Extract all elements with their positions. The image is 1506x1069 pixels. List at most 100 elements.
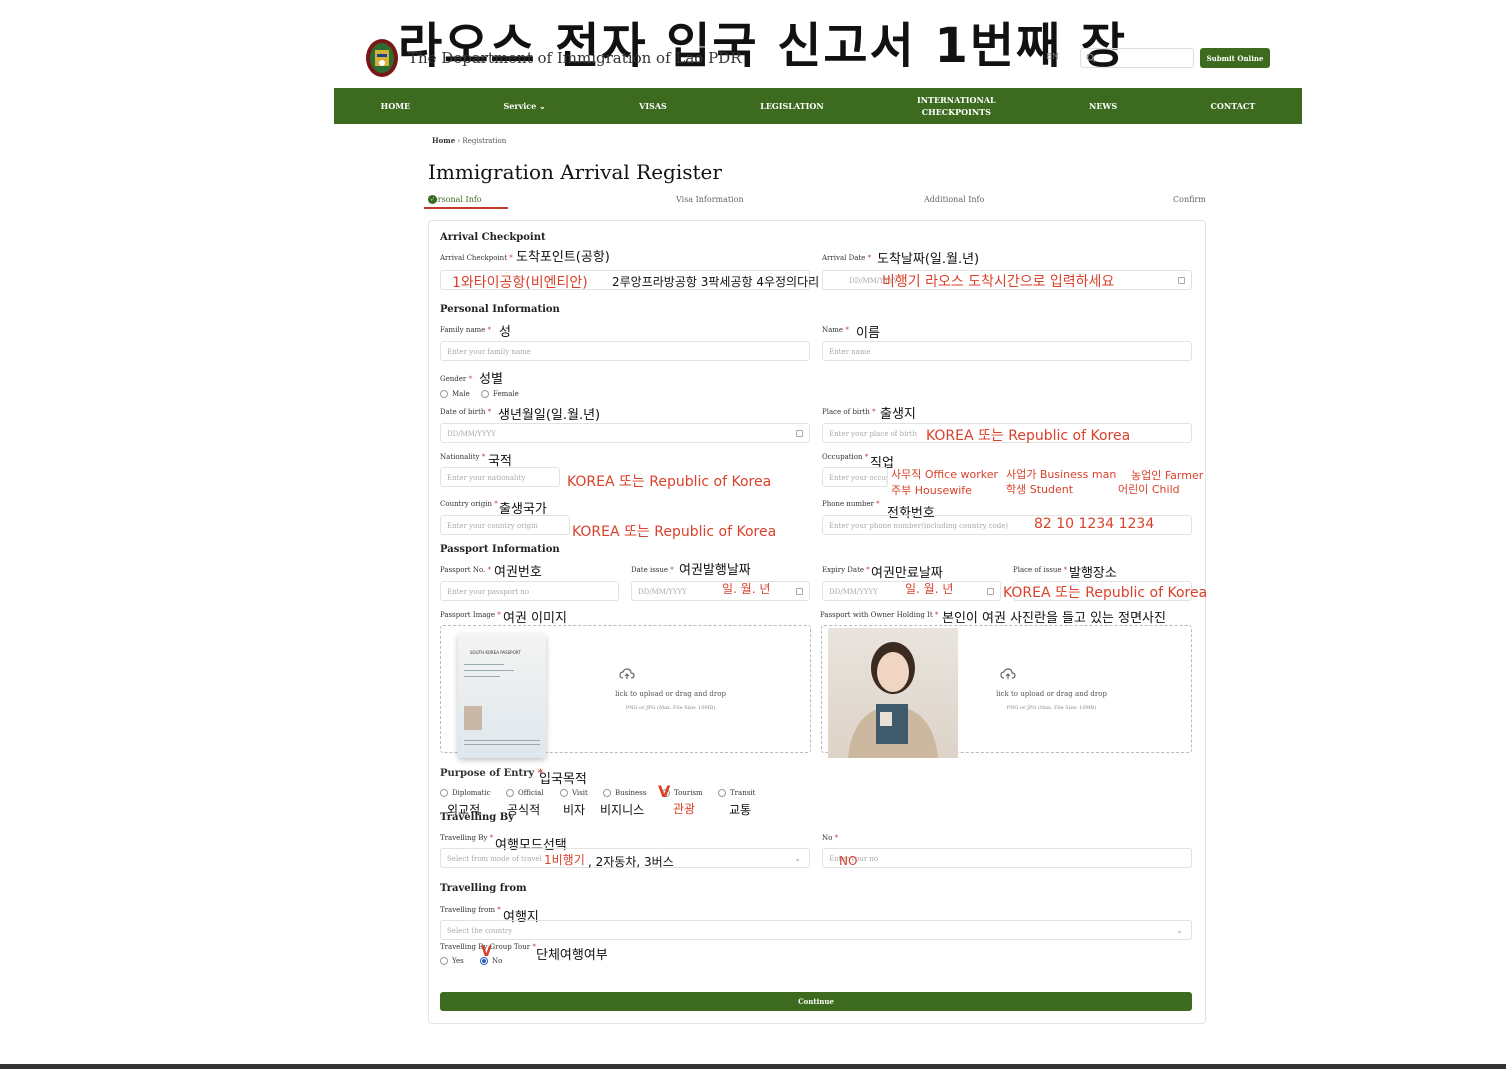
pob-label: Place of birth *	[822, 408, 876, 416]
radio-dot	[481, 390, 489, 398]
note-nationality-hint: KOREA 또는 Republic of Korea	[567, 474, 772, 490]
label-text: Purpose of Entry	[440, 768, 535, 779]
note-arrival-date-hint: 비행기 라오스 도착시간으로 입력하세요	[882, 274, 1115, 290]
radio-label: Business	[615, 789, 647, 797]
nav-legislation[interactable]: LEGISLATION	[760, 100, 823, 112]
breadcrumb-home[interactable]: Home	[432, 136, 455, 145]
purpose-label: Purpose of Entry *	[440, 768, 543, 779]
note-purpose-visit: 비자	[563, 803, 586, 817]
note-group-tour: 단체여행여부	[536, 948, 608, 963]
arrival-checkpoint-label: Arrival Checkpoint *	[440, 254, 513, 262]
note-checkpoint-option1: 1와타이공항(비엔티안)	[452, 275, 588, 291]
placeholder: Select the country	[447, 927, 513, 935]
nationality-label: Nationality *	[440, 453, 486, 461]
department-name[interactable]: The Department of Immigration of Lao PDR	[408, 49, 742, 67]
note-issue-hint: 일. 월. 년	[722, 582, 771, 596]
purpose-business[interactable]: Business	[603, 789, 646, 797]
step-label: Personal Info	[428, 195, 482, 204]
radio-label: Visit	[572, 789, 588, 797]
purpose-official[interactable]: Official	[506, 789, 544, 797]
continue-button[interactable]: Continue	[440, 992, 1192, 1011]
label-text: Phone number	[822, 500, 874, 508]
breadcrumb-current: Registration	[462, 137, 507, 145]
dob-label: Date of birth *	[440, 408, 492, 416]
family-name-label: Family name *	[440, 326, 492, 334]
nav-home[interactable]: HOME	[381, 100, 410, 112]
lao-emblem-icon	[364, 36, 400, 80]
radio-dot	[440, 390, 448, 398]
upload-cloud-icon	[619, 666, 635, 685]
section-passport: Passport Information	[440, 544, 560, 555]
note-passport-holding: 본인이 여권 사진란을 들고 있는 정면사진	[942, 611, 1166, 626]
note-dob: 생년월일(일.월.년)	[498, 408, 601, 423]
passport-photo	[464, 706, 482, 730]
label-text: Travelling By	[440, 834, 488, 842]
placeholder: Select from mode of travel	[447, 855, 542, 863]
note-checkpoint: 도착포인트(공항)	[516, 250, 610, 265]
nav-news[interactable]: NEWS	[1089, 100, 1117, 112]
note-gender: 성별	[479, 372, 503, 387]
passport-header: SOUTH KOREA PASSPORT	[470, 650, 521, 655]
country-origin-input[interactable]: Enter your country origin	[440, 515, 570, 535]
nav-visas[interactable]: VISAS	[639, 100, 667, 112]
label-text: Occupation	[822, 453, 863, 461]
note-family: 성	[499, 325, 511, 340]
calendar-icon	[796, 430, 803, 437]
gender-male-radio[interactable]: Male	[440, 390, 470, 398]
section-travelling-by: Travelling By	[440, 812, 515, 823]
language-switch[interactable]: EN	[1046, 52, 1059, 61]
search-icon	[1086, 53, 1096, 63]
occupation-input[interactable]: Enter your occupation	[822, 467, 888, 487]
nationality-input[interactable]: Enter your nationality	[440, 467, 560, 487]
label-text: Date of birth	[440, 408, 486, 416]
passport-line	[464, 664, 504, 665]
step-additional-info[interactable]: Additional Info	[924, 195, 984, 204]
main-navbar: HOME Service ⌄ VISAS LEGISLATION INTERNA…	[334, 88, 1302, 124]
note-occ-child: 어린이 Child	[1118, 483, 1180, 496]
purpose-transit[interactable]: Transit	[718, 789, 755, 797]
radio-label: Tourism	[674, 789, 703, 797]
step-visa-info[interactable]: Visa Information	[676, 195, 744, 204]
note-phone-hint: 82 10 1234 1234	[1034, 516, 1155, 532]
nav-checkpoints[interactable]: INTERNATIONAL CHECKPOINTS	[917, 94, 996, 118]
label-text: Date issue	[631, 566, 669, 574]
label-text: Passport with Owner Holding It	[820, 611, 933, 619]
dob-input[interactable]: DD/MM/YYYY	[440, 423, 810, 443]
chevron-down-icon: ⌄	[539, 101, 546, 111]
label-text: Country origin	[440, 500, 492, 508]
group-tour-yes[interactable]: Yes	[440, 957, 464, 965]
passport-holding-label: Passport with Owner Holding It *	[820, 611, 939, 619]
radio-dot	[506, 789, 514, 797]
purpose-visit[interactable]: Visit	[560, 789, 588, 797]
page-title: Immigration Arrival Register	[428, 160, 722, 184]
note-purpose-business: 비지니스	[600, 803, 645, 817]
travel-no-input[interactable]: Enter your no	[822, 848, 1192, 868]
note-passport-image: 여권 이미지	[503, 611, 567, 626]
step-confirm[interactable]: Confirm	[1173, 195, 1206, 204]
gender-label: Gender *	[440, 375, 472, 383]
family-name-input[interactable]: Enter your family name	[440, 341, 810, 361]
gender-female-radio[interactable]: Female	[481, 390, 519, 398]
passport-image-label: Passport Image *	[440, 611, 501, 619]
country-origin-label: Country origin *	[440, 500, 498, 508]
nav-service[interactable]: Service ⌄	[504, 100, 546, 112]
purpose-diplomatic[interactable]: Diplomatic	[440, 789, 491, 797]
nav-contact[interactable]: CONTACT	[1211, 100, 1256, 112]
radio-label: Transit	[730, 789, 756, 797]
placeholder: DD/MM/YYYY	[447, 430, 496, 438]
search-input[interactable]	[1080, 48, 1194, 68]
submit-online-button[interactable]: Submit Online	[1200, 48, 1270, 68]
occupation-label: Occupation *	[822, 453, 869, 461]
travelling-from-select[interactable]: Select the country ⌄	[440, 920, 1192, 940]
note-passport-no: 여권번호	[494, 565, 542, 580]
passport-mrz	[464, 744, 540, 745]
calendar-icon	[796, 588, 803, 595]
bottom-bar	[0, 1064, 1506, 1069]
name-input[interactable]: Enter name	[822, 341, 1192, 361]
check-mark-icon: V	[658, 782, 671, 801]
note-expiry: 여권만료날짜	[871, 566, 943, 581]
date-issue-input[interactable]: DD/MM/YYYY	[631, 581, 810, 601]
passport-no-input[interactable]: Enter your passport no	[440, 581, 619, 601]
calendar-icon	[987, 588, 994, 595]
section-personal: Personal Information	[440, 304, 560, 315]
